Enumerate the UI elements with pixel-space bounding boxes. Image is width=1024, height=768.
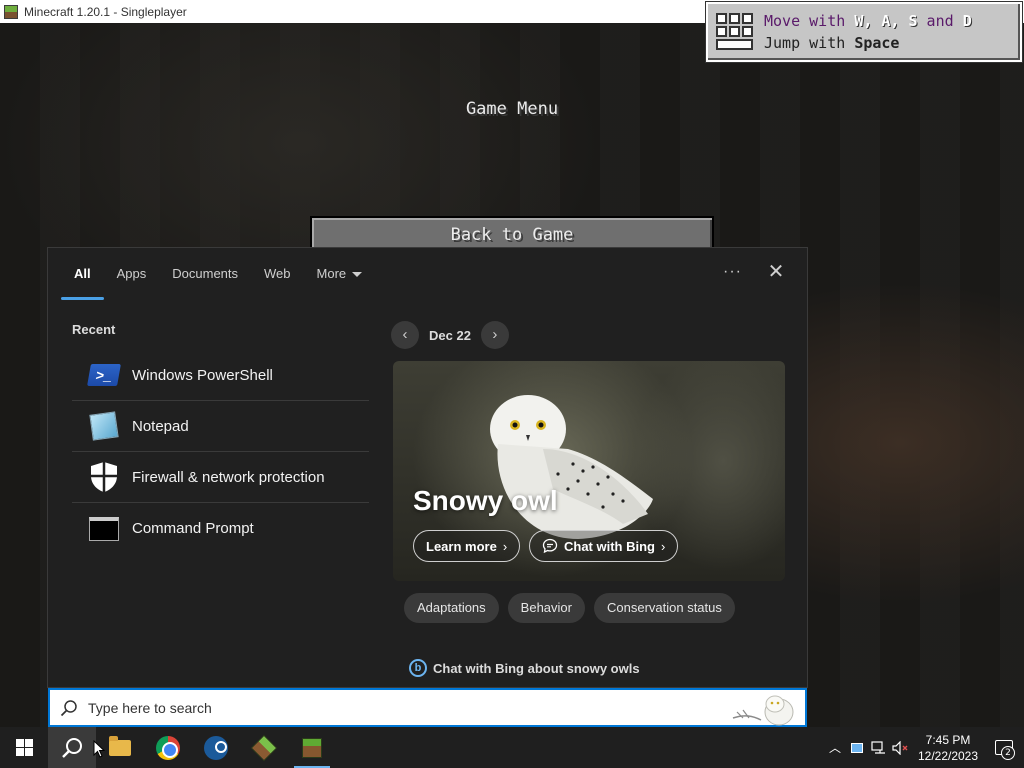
chevron-right-icon: › <box>661 538 666 554</box>
tutorial-jump-prefix: Jump with <box>764 34 855 52</box>
close-search-button[interactable]: ✕ <box>766 260 786 284</box>
mouse-cursor-icon <box>93 740 105 758</box>
recent-heading: Recent <box>72 322 116 337</box>
taskbar-steam[interactable] <box>192 727 240 768</box>
date-label: Dec 22 <box>429 327 471 343</box>
taskbar-minecraft-game[interactable] <box>288 727 336 768</box>
recent-list: >_ Windows PowerShell Notepad Firewall &… <box>72 350 369 554</box>
snowy-owl-illustration-icon <box>732 695 794 726</box>
chip-behavior[interactable]: Behavior <box>507 593 585 623</box>
windows-logo-icon <box>15 739 33 756</box>
tray-app-icon[interactable] <box>846 727 868 768</box>
start-button[interactable] <box>0 727 48 768</box>
recent-item-label: Command Prompt <box>132 520 254 537</box>
more-options-button[interactable]: ··· <box>723 263 742 281</box>
taskbar-search-box[interactable] <box>48 688 807 727</box>
previous-day-button[interactable]: ‹ <box>391 321 419 349</box>
tab-all[interactable]: All <box>61 260 104 300</box>
tutorial-move-key-d: D <box>962 12 972 30</box>
tutorial-line-jump: Jump with Space <box>764 32 972 54</box>
notification-center-button[interactable]: 2 <box>984 727 1024 768</box>
steam-icon <box>204 735 228 760</box>
tab-apps[interactable]: Apps <box>104 260 160 300</box>
search-tabs: All Apps Documents Web More <box>61 260 375 300</box>
next-day-button[interactable]: › <box>480 321 509 349</box>
recent-item-notepad[interactable]: Notepad <box>72 401 369 452</box>
keyboard-keys-icon <box>716 13 756 51</box>
search-icon <box>62 737 82 758</box>
learn-more-button[interactable]: Learn more › <box>413 530 521 562</box>
notepad-icon <box>89 411 119 441</box>
tutorial-jump-key: Space <box>854 34 900 52</box>
minecraft-launcher-icon <box>250 734 278 761</box>
minecraft-icon <box>4 4 18 19</box>
command-prompt-icon <box>89 516 119 541</box>
recent-item-firewall[interactable]: Firewall & network protection <box>72 452 369 503</box>
search-icon <box>60 699 77 716</box>
chip-conservation-status[interactable]: Conservation status <box>593 593 735 623</box>
learn-more-label: Learn more <box>426 538 497 554</box>
network-icon[interactable] <box>868 727 890 768</box>
chat-with-bing-link-label: Chat with Bing about snowy owls <box>433 660 640 676</box>
taskbar-clock[interactable]: 7:45 PM 12/22/2023 <box>912 732 984 764</box>
shield-icon <box>91 462 117 492</box>
recent-item-label: Windows PowerShell <box>132 366 273 384</box>
tutorial-line-move: Move with W, A, S and D <box>764 10 972 32</box>
taskbar: ︿ 7:45 PM 12/22/2023 2 <box>0 727 1024 768</box>
snowy-owl-hero-card[interactable]: Snowy owl Learn more › Chat with Bing › <box>393 361 785 581</box>
minecraft-grass-block-icon <box>302 737 322 758</box>
tutorial-move-prefix: Move with <box>764 12 855 30</box>
bing-icon: b <box>409 659 427 677</box>
recent-item-command-prompt[interactable]: Command Prompt <box>72 503 369 554</box>
chat-with-bing-label: Chat with Bing <box>564 538 655 554</box>
tab-more[interactable]: More <box>304 260 376 300</box>
powershell-icon: >_ <box>87 364 121 386</box>
chat-with-bing-link[interactable]: b Chat with Bing about snowy owls <box>409 659 640 677</box>
chrome-icon <box>156 735 180 760</box>
tutorial-move-keys: W, A, S <box>854 12 918 30</box>
tab-more-label: More <box>316 266 347 281</box>
tray-chevron-up-icon[interactable]: ︿ <box>824 727 846 768</box>
system-tray: ︿ 7:45 PM 12/22/2023 2 <box>824 727 1024 768</box>
chevron-right-icon: › <box>502 538 508 554</box>
topic-chips: Adaptations Behavior Conservation status <box>404 593 744 623</box>
movement-tutorial-toast: Move with W, A, S and D Jump with Space <box>706 2 1022 62</box>
snowy-owl-image <box>490 395 653 539</box>
recent-item-label: Firewall & network protection <box>132 468 325 486</box>
game-menu-title: Game Menu <box>465 99 559 119</box>
notification-count-badge: 2 <box>1001 746 1015 760</box>
recent-item-powershell[interactable]: >_ Windows PowerShell <box>72 350 369 401</box>
tutorial-text: Move with W, A, S and D Jump with Space <box>764 10 972 54</box>
chat-with-bing-button[interactable]: Chat with Bing › <box>529 530 679 562</box>
clock-date: 12/22/2023 <box>917 748 979 763</box>
taskbar-minecraft-launcher[interactable] <box>240 727 288 768</box>
volume-muted-icon[interactable] <box>890 727 912 768</box>
taskbar-search-button[interactable] <box>48 727 96 768</box>
hero-title: Snowy owl <box>413 485 558 516</box>
search-input[interactable] <box>88 699 688 716</box>
chip-adaptations[interactable]: Adaptations <box>404 593 499 623</box>
windows-search-panel: All Apps Documents Web More ··· ✕ Recent… <box>47 247 808 688</box>
window-title: Minecraft 1.20.1 - Singleplayer <box>24 4 187 19</box>
date-navigator: ‹ Dec 22 › <box>391 321 509 349</box>
folder-icon <box>109 735 131 756</box>
tab-documents[interactable]: Documents <box>159 260 251 300</box>
taskbar-chrome[interactable] <box>144 727 192 768</box>
tab-web[interactable]: Web <box>251 260 304 300</box>
tutorial-move-and: and <box>917 12 963 30</box>
clock-time: 7:45 PM <box>925 732 971 747</box>
recent-item-label: Notepad <box>132 417 189 435</box>
chat-bubble-icon <box>542 538 558 554</box>
chevron-down-icon <box>352 272 363 278</box>
